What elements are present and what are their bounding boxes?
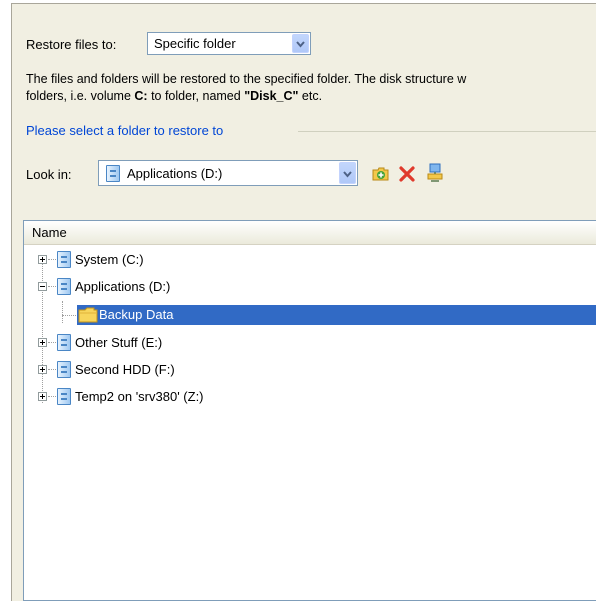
drive-icon <box>106 165 120 182</box>
folder-icon <box>78 307 98 323</box>
info-line-2-b: to folder, named <box>147 89 245 103</box>
tree-row-applications[interactable]: Applications (D:) <box>24 277 596 297</box>
tree-item-label: Applications (D:) <box>75 279 171 294</box>
look-in-label: Look in: <box>26 167 72 182</box>
look-in-dropdown[interactable]: Applications (D:) <box>98 160 358 186</box>
expand-icon[interactable] <box>38 255 47 264</box>
delete-icon[interactable] <box>398 165 416 183</box>
tree-connector <box>62 315 76 316</box>
tree-item-label: Second HDD (F:) <box>75 362 175 377</box>
tree-row-other-stuff[interactable]: Other Stuff (E:) <box>24 333 596 353</box>
info-line-2: folders, i.e. volume C: to folder, named… <box>26 89 322 103</box>
collapse-icon[interactable] <box>38 282 47 291</box>
tree-row-system[interactable]: System (C:) <box>24 250 596 270</box>
drive-icon <box>57 251 71 268</box>
tree-row-temp2[interactable]: Temp2 on 'srv380' (Z:) <box>24 387 596 407</box>
look-in-value: Applications (D:) <box>127 166 223 181</box>
restore-to-label: Restore files to: <box>26 37 117 52</box>
drive-icon <box>57 361 71 378</box>
expand-icon[interactable] <box>38 338 47 347</box>
tree-item-label: System (C:) <box>75 252 144 267</box>
name-column-label: Name <box>32 225 67 240</box>
tree-item-label: Other Stuff (E:) <box>75 335 163 350</box>
tree-connector <box>48 369 56 370</box>
tree-connector <box>48 286 56 287</box>
tree-connector <box>48 342 56 343</box>
restore-mode-dropdown[interactable]: Specific folder <box>147 32 311 55</box>
drive-icon <box>57 334 71 351</box>
info-line-2-a: folders, i.e. volume <box>26 89 135 103</box>
network-drive-icon <box>57 388 71 405</box>
expand-icon[interactable] <box>38 392 47 401</box>
select-folder-title: Please select a folder to restore to <box>26 123 224 138</box>
drive-icon <box>57 278 71 295</box>
restore-mode-value: Specific folder <box>154 36 236 51</box>
info-folder-name: "Disk_C" <box>244 89 299 103</box>
info-line-2-c: etc. <box>298 89 323 103</box>
network-folder-icon[interactable] <box>426 163 444 183</box>
tree-connector <box>48 396 56 397</box>
expand-icon[interactable] <box>38 365 47 374</box>
group-divider <box>298 131 596 132</box>
info-volume: C: <box>134 89 148 103</box>
tree-row-backup-data[interactable]: Backup Data <box>24 305 596 325</box>
name-column-header[interactable]: Name <box>24 221 596 245</box>
new-folder-icon[interactable] <box>372 165 390 183</box>
chevron-down-icon[interactable] <box>339 162 356 184</box>
restore-panel: Restore files to: Specific folder The fi… <box>11 3 596 601</box>
folder-tree[interactable]: Name System (C:) Applications (D:) Backu… <box>23 220 596 601</box>
chevron-down-icon[interactable] <box>292 34 309 53</box>
tree-item-label: Backup Data <box>99 307 174 322</box>
info-line-1: The files and folders will be restored t… <box>26 72 467 86</box>
tree-row-second-hdd[interactable]: Second HDD (F:) <box>24 360 596 380</box>
tree-item-label: Temp2 on 'srv380' (Z:) <box>75 389 204 404</box>
tree-connector <box>48 259 56 260</box>
